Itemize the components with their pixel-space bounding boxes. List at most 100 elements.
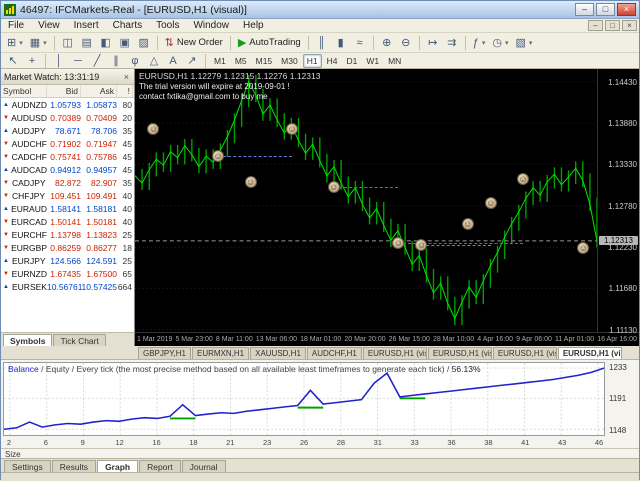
- market-watch-row[interactable]: ▲ EURSEK 10.56761 10.57425 664: [1, 280, 134, 293]
- minimize-button[interactable]: –: [575, 3, 594, 16]
- terminal-button[interactable]: ▣: [116, 35, 134, 51]
- trade-smiley-marker[interactable]: ☺: [484, 197, 497, 210]
- column-header-spread[interactable]: !: [117, 85, 133, 97]
- market-watch-button[interactable]: ◫: [59, 35, 77, 51]
- column-header-bid[interactable]: Bid: [47, 85, 81, 97]
- tester-tab-settings[interactable]: Settings: [4, 460, 51, 472]
- chart-tab[interactable]: EURUSD,H1 (visual): [557, 347, 622, 359]
- chart-tab[interactable]: AUDCHF,H1: [306, 347, 362, 359]
- chart-tab[interactable]: GBPJPY,H1: [138, 347, 191, 359]
- trade-smiley-marker[interactable]: ☺: [392, 236, 405, 249]
- zoom-in-button[interactable]: ⊕: [378, 35, 396, 51]
- shapes-button[interactable]: △: [145, 53, 163, 69]
- menu-insert[interactable]: Insert: [67, 20, 106, 31]
- trade-smiley-marker[interactable]: ☺: [415, 239, 428, 252]
- market-watch-close-icon[interactable]: ×: [122, 72, 131, 82]
- arrows-button[interactable]: ↗: [183, 53, 201, 69]
- timeframe-d1[interactable]: D1: [342, 54, 361, 68]
- chart-tab[interactable]: EURUSD,H1 (visual): [362, 347, 427, 359]
- timeframe-m30[interactable]: M30: [277, 54, 302, 68]
- text-button[interactable]: A: [164, 53, 182, 69]
- chart-tab[interactable]: EURUSD,H1 (visual): [427, 347, 492, 359]
- chart-bars-button[interactable]: ║: [313, 35, 331, 51]
- child-minimize-button[interactable]: –: [588, 20, 603, 31]
- trade-smiley-marker[interactable]: ☺: [577, 241, 590, 254]
- market-watch-row[interactable]: ▼ AUDCHF 0.71902 0.71947 45: [1, 137, 134, 150]
- new-chart-button[interactable]: ⊞ ▾: [4, 35, 26, 51]
- market-watch-row[interactable]: ▼ EURNZD 1.67435 1.67500 65: [1, 267, 134, 280]
- market-watch-row[interactable]: ▼ EURCHF 1.13798 1.13823 25: [1, 228, 134, 241]
- cursor-button[interactable]: ↖: [4, 53, 22, 69]
- chart-shift-button[interactable]: ⇉: [443, 35, 461, 51]
- child-restore-button[interactable]: □: [605, 20, 620, 31]
- menu-tools[interactable]: Tools: [149, 20, 186, 31]
- menu-file[interactable]: File: [1, 20, 31, 31]
- tester-graph[interactable]: Balance / Equity / Every tick (the most …: [3, 362, 605, 436]
- market-watch-row[interactable]: ▼ EURGBP 0.86259 0.86277 18: [1, 241, 134, 254]
- tester-tab-journal[interactable]: Journal: [181, 460, 226, 472]
- trade-smiley-marker[interactable]: ☺: [212, 149, 225, 162]
- fibonacci-button[interactable]: φ: [126, 53, 144, 69]
- templates-button[interactable]: ▧ ▾: [512, 35, 535, 51]
- trade-smiley-marker[interactable]: ☺: [517, 173, 530, 186]
- trade-smiley-marker[interactable]: ☺: [147, 123, 160, 136]
- market-watch-row[interactable]: ▼ CADCHF 0.75741 0.75786 45: [1, 150, 134, 163]
- chart-line-button[interactable]: ≈: [351, 35, 369, 51]
- timeframe-m15[interactable]: M15: [252, 54, 277, 68]
- timeframe-w1[interactable]: W1: [362, 54, 383, 68]
- periods-button[interactable]: ◷ ▾: [489, 35, 511, 51]
- chart-tab[interactable]: XAUUSD,H1: [250, 347, 306, 359]
- market-watch-row[interactable]: ▼ EURCAD 1.50141 1.50181 40: [1, 215, 134, 228]
- zoom-out-button[interactable]: ⊖: [397, 35, 415, 51]
- horizontal-line-button[interactable]: ─: [69, 53, 87, 69]
- column-header-symbol[interactable]: Symbol: [1, 85, 47, 97]
- strategy-tester-button[interactable]: ▨: [135, 35, 153, 51]
- trendline-button[interactable]: ╱: [88, 53, 106, 69]
- market-watch-row[interactable]: ▲ AUDJPY 78.671 78.706 35: [1, 124, 134, 137]
- trade-smiley-marker[interactable]: ☺: [461, 218, 474, 231]
- timeframe-mn[interactable]: MN: [384, 54, 405, 68]
- vertical-line-button[interactable]: │: [50, 53, 68, 69]
- price-chart[interactable]: EURUSD,H1 1.12279 1.12315 1.12276 1.1231…: [135, 69, 597, 332]
- maximize-button[interactable]: □: [596, 3, 615, 16]
- profiles-button[interactable]: ▦ ▾: [27, 35, 50, 51]
- indicators-button[interactable]: ƒ ▾: [470, 35, 489, 51]
- auto-scroll-button[interactable]: ↦: [424, 35, 442, 51]
- trade-smiley-marker[interactable]: ☺: [327, 181, 340, 194]
- timeframe-m1[interactable]: M1: [210, 54, 230, 68]
- market-watch-row[interactable]: ▲ AUDCAD 0.94912 0.94957 45: [1, 163, 134, 176]
- menu-charts[interactable]: Charts: [106, 20, 149, 31]
- market-watch-row[interactable]: ▼ CADJPY 82.872 82.907 35: [1, 176, 134, 189]
- time-axis[interactable]: 1 Mar 2019 5 Mar 23:00 8 Mar 11:00 13 Mar 0…: [135, 332, 639, 346]
- crosshair-button[interactable]: +: [23, 53, 41, 69]
- menu-window[interactable]: Window: [186, 20, 236, 31]
- tester-tab-graph[interactable]: Graph: [97, 460, 139, 472]
- chart-tab[interactable]: EURUSD,H1 (visual): [492, 347, 557, 359]
- close-button[interactable]: ×: [617, 3, 636, 16]
- price-axis[interactable]: 1.14430 1.13880 1.13330 1.12780 1.12230 1.116…: [597, 69, 639, 335]
- menu-help[interactable]: Help: [236, 20, 271, 31]
- market-watch-tab-tick-chart[interactable]: Tick Chart: [53, 334, 106, 346]
- market-watch-row[interactable]: ▼ CHFJPY 109.451 109.491 40: [1, 189, 134, 202]
- tester-tab-report[interactable]: Report: [139, 460, 181, 472]
- market-watch-row[interactable]: ▲ EURJPY 124.566 124.591 25: [1, 254, 134, 267]
- menu-view[interactable]: View: [31, 20, 67, 31]
- navigator-button[interactable]: ◧: [97, 35, 115, 51]
- column-header-ask[interactable]: Ask: [81, 85, 117, 97]
- market-watch-row[interactable]: ▲ AUDNZD 1.05793 1.05873 80: [1, 98, 134, 111]
- child-close-button[interactable]: ×: [622, 20, 637, 31]
- market-watch-row[interactable]: ▼ AUDUSD 0.70389 0.70409 20: [1, 111, 134, 124]
- tester-tab-results[interactable]: Results: [51, 460, 97, 472]
- timeframe-h4[interactable]: H4: [323, 54, 342, 68]
- chart-tab[interactable]: EURMXN,H1: [191, 347, 250, 359]
- timeframe-m5[interactable]: M5: [231, 54, 251, 68]
- title-bar[interactable]: 46497: IFCMarkets-Real - [EURUSD,H1 (vis…: [1, 1, 639, 19]
- channel-button[interactable]: ∥: [107, 53, 125, 69]
- chart-candles-button[interactable]: ▮: [332, 35, 350, 51]
- trade-smiley-marker[interactable]: ☺: [244, 176, 257, 189]
- market-watch-row[interactable]: ▲ EURAUD 1.58141 1.58181 40: [1, 202, 134, 215]
- autotrading-button[interactable]: ▶ AutoTrading: [235, 35, 304, 51]
- trade-smiley-marker[interactable]: ☺: [286, 123, 299, 136]
- market-watch-tab-symbols[interactable]: Symbols: [3, 334, 53, 346]
- timeframe-h1[interactable]: H1: [302, 53, 322, 68]
